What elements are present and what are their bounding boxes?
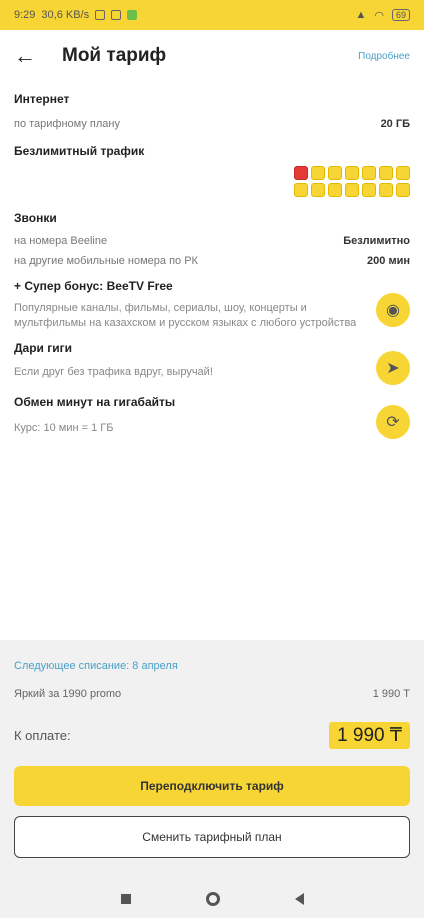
next-charge: Следующее списание: 8 апреля xyxy=(14,660,178,672)
internet-plan-label: по тарифному плану xyxy=(14,118,120,130)
gift-description: Если друг без трафика вдруг, выручай! xyxy=(14,366,213,378)
billing-panel: Следующее списание: 8 апреля Яркий за 19… xyxy=(0,640,424,918)
charge-row: Яркий за 1990 promo 1 990 Т xyxy=(14,688,410,700)
tariff-content: Интернет по тарифному плану 20 ГБ Безлим… xyxy=(0,84,424,439)
status-speed: 30,6 KB/s xyxy=(41,9,90,21)
details-link[interactable]: Подробнее xyxy=(358,51,410,62)
app-bar: ← Мой тариф Подробнее xyxy=(0,30,424,82)
app-icon xyxy=(396,183,410,197)
beetv-icon[interactable]: ◉ xyxy=(376,293,410,327)
app-icon xyxy=(328,166,342,180)
calls-title: Звонки xyxy=(14,211,57,225)
change-plan-button[interactable]: Сменить тарифный план xyxy=(14,816,410,858)
calls-other-row: на другие мобильные номера по РК 200 мин xyxy=(14,255,410,267)
internet-plan-value: 20 ГБ xyxy=(380,118,410,130)
internet-plan-row: по тарифному плану 20 ГБ xyxy=(14,118,410,130)
app-icon xyxy=(362,166,376,180)
exchange-description: Курс: 10 мин = 1 ГБ xyxy=(14,422,114,434)
home-icon[interactable] xyxy=(205,892,220,906)
app-icon xyxy=(379,183,393,197)
exchange-icon[interactable]: ⟳ xyxy=(376,405,410,439)
gift-section: Дари гиги Если друг без трафика вдруг, в… xyxy=(14,341,410,385)
app-icon xyxy=(311,166,325,180)
app-icon xyxy=(345,166,359,180)
back-arrow-icon[interactable]: ← xyxy=(14,43,54,69)
calls-beeline-row: на номера Beeline Безлимитно xyxy=(14,235,410,247)
gift-title: Дари гиги xyxy=(14,341,73,355)
app-notification-icon xyxy=(127,10,138,20)
recents-icon[interactable] xyxy=(120,894,131,904)
reconnect-button[interactable]: Переподключить тариф xyxy=(14,766,410,806)
app-icon xyxy=(328,183,342,197)
to-pay-label: К оплате: xyxy=(14,728,71,743)
plan-price: 1 990 Т xyxy=(372,688,410,700)
notification-icon xyxy=(95,10,106,20)
page-title: Мой тариф xyxy=(62,45,167,66)
app-icon xyxy=(294,183,308,197)
status-bar: 9:29 30,6 KB/s ▲ ◠ 69 xyxy=(0,0,424,30)
app-icon xyxy=(311,183,325,197)
unlimited-apps xyxy=(14,166,410,197)
bonus-section: + Супер бонус: BeeTV Free Популярные кан… xyxy=(14,279,410,331)
signal-icon: ▲ xyxy=(355,9,367,21)
calls-beeline-label: на номера Beeline xyxy=(14,235,108,247)
bonus-title: + Супер бонус: BeeTV Free xyxy=(14,279,173,293)
calls-beeline-value: Безлимитно xyxy=(343,235,410,247)
to-pay-row: К оплате: 1 990 ₸ xyxy=(14,722,410,749)
app-icon xyxy=(379,166,393,180)
app-icon xyxy=(396,166,410,180)
calls-other-value: 200 мин xyxy=(367,255,410,267)
shield-icon xyxy=(111,10,122,20)
app-icon xyxy=(362,183,376,197)
internet-title: Интернет xyxy=(14,92,70,106)
plan-name: Яркий за 1990 promo xyxy=(14,688,122,700)
exchange-section: Обмен минут на гигабайты Курс: 10 мин = … xyxy=(14,395,410,439)
calls-other-label: на другие мобильные номера по РК xyxy=(14,255,198,267)
exchange-title: Обмен минут на гигабайты xyxy=(14,395,176,409)
system-nav-bar xyxy=(0,884,424,914)
status-time: 9:29 xyxy=(14,9,36,21)
back-icon[interactable] xyxy=(294,893,304,905)
unlimited-title: Безлимитный трафик xyxy=(14,144,145,158)
bonus-description: Популярные каналы, фильмы, сериалы, шоу,… xyxy=(14,302,357,329)
to-pay-amount: 1 990 ₸ xyxy=(329,722,410,749)
youtube-icon xyxy=(294,166,308,180)
battery-icon: 69 xyxy=(391,9,410,21)
wifi-icon: ◠ xyxy=(374,9,384,22)
app-icon xyxy=(345,183,359,197)
send-icon[interactable]: ➤ xyxy=(376,351,410,385)
